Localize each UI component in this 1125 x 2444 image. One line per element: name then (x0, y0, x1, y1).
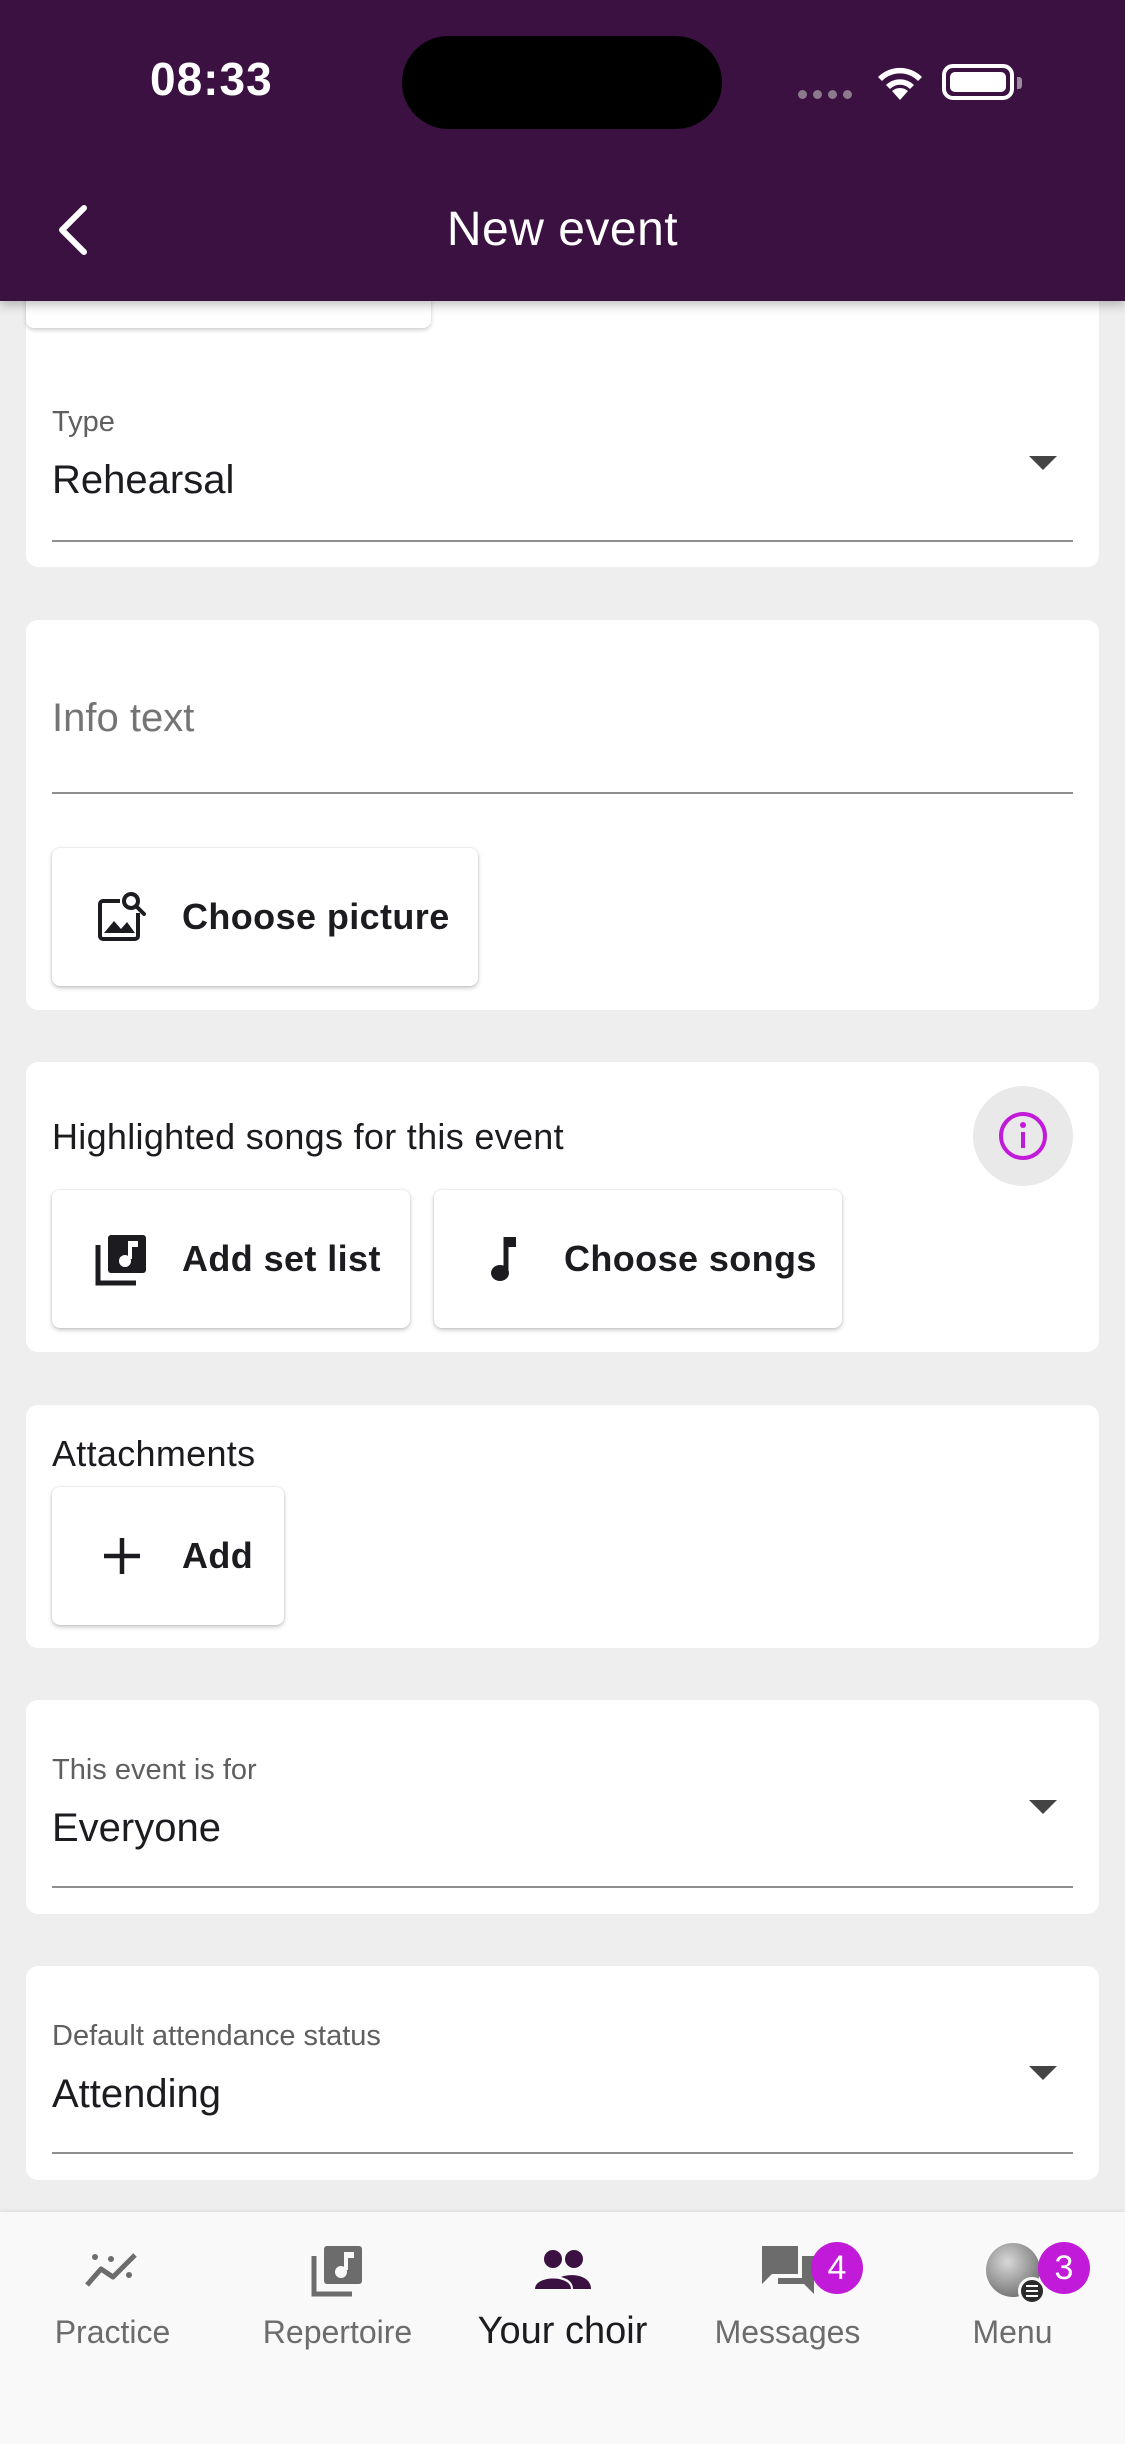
songs-card: Highlighted songs for this event Add set… (26, 1062, 1099, 1352)
nav-practice-label: Practice (54, 2314, 171, 2350)
info-card: Info text Choose picture (26, 620, 1099, 1010)
nav-your-choir-label: Your choir (477, 2310, 648, 2352)
bottom-navigation: Practice Repertoire Your choir 4 Message… (0, 2212, 1125, 2444)
attendance-underline (52, 2152, 1073, 2154)
choose-songs-label: Choose songs (564, 1238, 817, 1279)
music-library-icon (225, 2234, 450, 2306)
status-time: 08:33 (150, 53, 273, 105)
attachments-card: Attachments Add (26, 1405, 1099, 1648)
plus-icon (94, 1528, 150, 1584)
add-attachment-label: Add (182, 1535, 254, 1576)
type-label: Type (52, 406, 115, 438)
nav-practice[interactable]: Practice (0, 2234, 225, 2351)
menu-badge: 3 (1038, 2242, 1090, 2294)
songs-title: Highlighted songs for this event (52, 1116, 564, 1157)
info-text-underline (52, 792, 1073, 794)
battery-icon (942, 64, 1022, 100)
type-underline (52, 540, 1073, 542)
info-button[interactable] (973, 1086, 1073, 1186)
add-set-list-button[interactable]: Add set list (52, 1190, 410, 1328)
nav-menu[interactable]: 3 Menu (900, 2234, 1125, 2351)
audience-label: This event is for (52, 1754, 257, 1786)
choose-picture-label: Choose picture (182, 896, 450, 937)
choose-songs-button[interactable]: Choose songs (434, 1190, 842, 1328)
chat-icon: 4 (675, 2234, 900, 2306)
form-content[interactable]: Type Rehearsal Info text Choose picture … (0, 0, 1125, 2212)
audience-card: This event is for Everyone (26, 1700, 1099, 1914)
nav-menu-label: Menu (972, 2314, 1053, 2350)
attendance-label: Default attendance status (52, 2020, 381, 2052)
avatar (985, 2243, 1046, 2305)
nav-messages-label: Messages (714, 2314, 861, 2350)
attendance-card: Default attendance status Attending (26, 1966, 1099, 2180)
info-text-input[interactable]: Info text (52, 696, 194, 741)
add-set-list-label: Add set list (182, 1238, 381, 1279)
nav-repertoire-label: Repertoire (262, 2314, 413, 2350)
nav-messages[interactable]: 4 Messages (675, 2234, 900, 2351)
group-icon (450, 2234, 675, 2306)
practice-chart-icon (0, 2234, 225, 2306)
attendance-value[interactable]: Attending (52, 2072, 221, 2117)
chevron-down-icon[interactable] (1029, 1800, 1057, 1814)
messages-badge: 4 (811, 2242, 863, 2294)
app-header: 08:33 New event (0, 0, 1125, 301)
dynamic-island (402, 36, 722, 129)
type-value[interactable]: Rehearsal (52, 458, 234, 503)
nav-repertoire[interactable]: Repertoire (225, 2234, 450, 2351)
music-note-icon (476, 1231, 532, 1287)
page-title: New event (446, 203, 679, 256)
music-library-icon (94, 1231, 150, 1287)
audience-underline (52, 1886, 1073, 1888)
cellular-signal-icon (798, 90, 852, 99)
nav-your-choir[interactable]: Your choir (450, 2234, 675, 2353)
chevron-down-icon[interactable] (1029, 456, 1057, 470)
add-attachment-button[interactable]: Add (52, 1487, 284, 1625)
wifi-icon (878, 67, 922, 100)
chevron-down-icon[interactable] (1029, 2066, 1057, 2080)
image-search-icon (94, 889, 150, 945)
audience-value[interactable]: Everyone (52, 1806, 221, 1851)
info-icon (999, 1112, 1047, 1160)
attachments-title: Attachments (52, 1433, 256, 1474)
choose-picture-button[interactable]: Choose picture (52, 848, 478, 986)
